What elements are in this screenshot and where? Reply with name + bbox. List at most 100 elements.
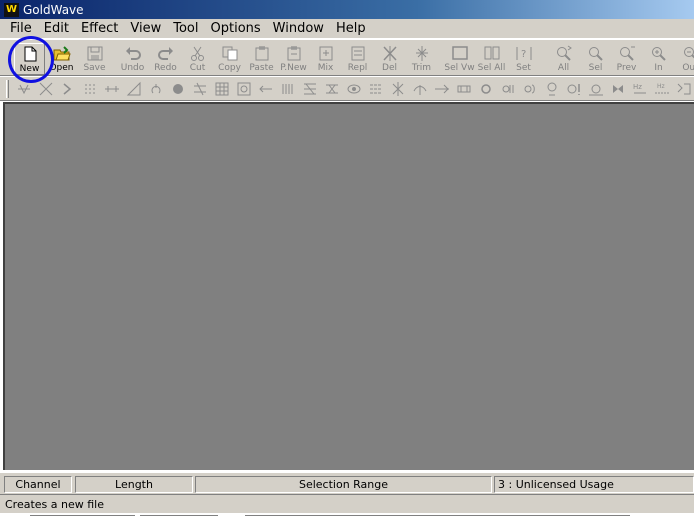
menu-options[interactable]: Options [205, 20, 267, 38]
open-folder-icon [53, 43, 71, 63]
menu-view[interactable]: View [124, 20, 167, 38]
bandpass-icon[interactable]: Hz [654, 81, 670, 97]
channel-mixer-icon[interactable] [544, 81, 560, 97]
toolbar-prev-button[interactable]: Prev [611, 43, 642, 75]
toolbar-new-button[interactable]: New [14, 43, 45, 75]
toolbar-sel-button[interactable]: Sel [580, 43, 611, 75]
toolbar-grip[interactable] [6, 80, 9, 98]
menu-tool[interactable]: Tool [167, 20, 204, 38]
equalizer-icon[interactable] [214, 81, 230, 97]
set-selection-icon: ? [515, 43, 533, 63]
toolbar-trim-button[interactable]: Trim [406, 43, 437, 75]
toolbar-button-label: Mix [317, 63, 334, 73]
toolbar-p-new-button[interactable]: P.New [278, 43, 309, 75]
toolbar-button-label: New [19, 64, 40, 74]
copy-icon [221, 43, 239, 63]
toolbar-all-button[interactable]: All [548, 43, 579, 75]
toolbar-button-label: Trim [411, 63, 432, 73]
pitch-icon[interactable] [302, 81, 318, 97]
svg-text:Hz: Hz [633, 83, 642, 91]
toolbar-del-button[interactable]: Del [374, 43, 405, 75]
goldwave-logo-icon: W [4, 2, 19, 17]
menu-file[interactable]: File [4, 20, 38, 38]
auto-trim-icon[interactable] [566, 81, 582, 97]
toolbar-redo-button[interactable]: Redo [150, 43, 181, 75]
fade-icon[interactable] [104, 81, 120, 97]
toolbar-save-button[interactable]: Save [79, 43, 110, 75]
toolbar-mix-button[interactable]: Mix [310, 43, 341, 75]
background-fragment [30, 515, 135, 523]
invert-icon[interactable] [192, 81, 208, 97]
reverb-icon[interactable] [390, 81, 406, 97]
match-volume-icon[interactable] [610, 81, 626, 97]
toolbar-copy-button[interactable]: Copy [214, 43, 245, 75]
select-all-icon [483, 43, 501, 63]
hint-bar: Creates a new file [0, 494, 694, 513]
menu-window[interactable]: Window [267, 20, 330, 38]
undo-icon [124, 43, 142, 63]
filter-icon[interactable] [148, 81, 164, 97]
lowpass-icon[interactable] [676, 81, 692, 97]
toolbar-sel-vw-button[interactable]: Sel Vw [444, 43, 475, 75]
effects-toolbar: Hz Hz [0, 77, 694, 101]
stereo-center-icon[interactable]: Hz [632, 81, 648, 97]
echo-icon[interactable] [60, 81, 76, 97]
playback-rate-icon[interactable] [324, 81, 340, 97]
toolbar-undo-button[interactable]: Undo [117, 43, 148, 75]
trim-icon [413, 43, 431, 63]
toolbar-paste-button[interactable]: Paste [246, 43, 277, 75]
flange-icon[interactable] [170, 81, 186, 97]
menu-help[interactable]: Help [330, 20, 372, 38]
doppler-icon[interactable] [16, 81, 32, 97]
zoom-all-icon [555, 43, 573, 63]
status-bar: Channel Length Selection Range 3 : Unlic… [0, 472, 694, 494]
workspace-area[interactable] [3, 102, 694, 470]
toolbar-button-label: Copy [218, 63, 241, 73]
reverse-icon[interactable] [368, 81, 384, 97]
compressor-icon[interactable] [522, 81, 538, 97]
toolbar-out-button[interactable]: Out [675, 43, 694, 75]
status-length: Length [75, 476, 193, 493]
expand-icon[interactable] [82, 81, 98, 97]
offset-icon[interactable] [258, 81, 274, 97]
new-file-icon [21, 44, 39, 64]
zoom-in-icon [650, 43, 668, 63]
silence-icon[interactable] [412, 81, 428, 97]
toolbar-button-label: Del [382, 63, 397, 73]
toolbar-sel-all-button[interactable]: Sel All [476, 43, 507, 75]
pop-click-icon[interactable] [500, 81, 516, 97]
background-window-strip [0, 513, 694, 524]
mix-icon [317, 43, 335, 63]
redo-icon [157, 43, 175, 63]
mechanize-icon[interactable] [236, 81, 252, 97]
toolbar-in-button[interactable]: In [643, 43, 674, 75]
menu-effect[interactable]: Effect [75, 20, 124, 38]
toolbar-button-label: In [654, 63, 663, 73]
toolbar-button-label: Sel Vw [444, 63, 475, 73]
zoom-previous-icon [618, 43, 636, 63]
background-fragment [245, 515, 630, 523]
toolbar-button-label: Paste [249, 63, 274, 73]
svg-text:?: ? [521, 49, 526, 60]
toolbar-button-label: Open [49, 63, 74, 73]
menu-bar: File Edit Effect View Tool Options Windo… [0, 19, 694, 39]
select-view-icon [451, 43, 469, 63]
toolbar-open-button[interactable]: Open [46, 43, 77, 75]
noise-reduction-icon[interactable] [478, 81, 494, 97]
toolbar-repl-button[interactable]: Repl [342, 43, 373, 75]
menu-edit[interactable]: Edit [38, 20, 75, 38]
fade-out-icon[interactable] [126, 81, 142, 97]
window-title: GoldWave [23, 2, 84, 17]
maximize-volume-icon[interactable] [588, 81, 604, 97]
status-channel: Channel [4, 476, 72, 493]
toolbar-set-button[interactable]: ? Set [508, 43, 539, 75]
toolbar-cut-button[interactable]: Cut [182, 43, 213, 75]
resample-icon[interactable] [346, 81, 362, 97]
dynamics-icon[interactable] [38, 81, 54, 97]
time-warp-icon[interactable] [434, 81, 450, 97]
cut-icon [189, 43, 207, 63]
volume-icon[interactable] [456, 81, 472, 97]
replace-icon [349, 43, 367, 63]
title-bar[interactable]: W GoldWave [0, 0, 694, 19]
pan-icon[interactable] [280, 81, 296, 97]
